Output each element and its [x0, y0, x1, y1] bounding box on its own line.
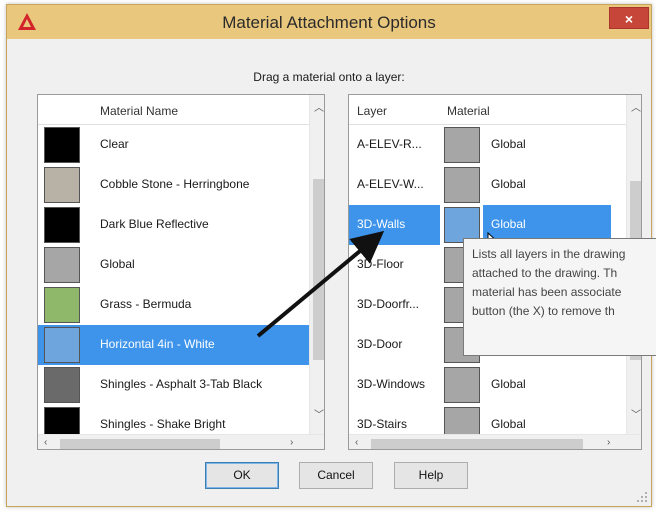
tooltip-line: attached to the drawing. Th: [472, 266, 618, 280]
tooltip-line: Lists all layers in the drawing: [472, 247, 626, 261]
layer-list-tooltip: Lists all layers in the drawing attached…: [463, 238, 656, 356]
tooltip-line: button (the X) to remove th: [472, 304, 615, 318]
tooltip-line: material has been associate: [472, 285, 622, 299]
